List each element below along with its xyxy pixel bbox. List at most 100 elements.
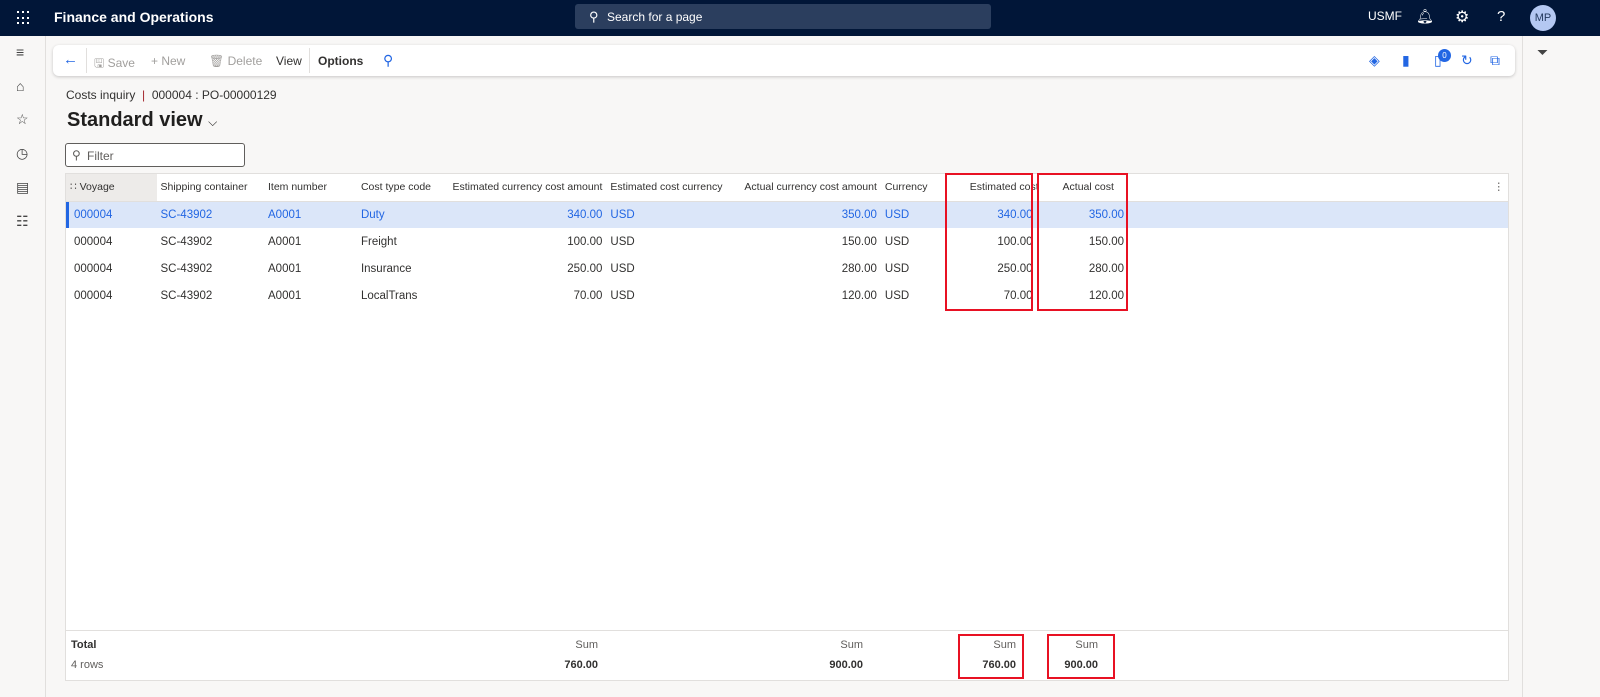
column-header-cost-type-code[interactable]: Cost type code: [356, 174, 449, 202]
grid-footer: Total 4 rows Sum 760.00 Sum 900.00 Sum 7…: [66, 630, 1508, 680]
column-header-estimated-cost-currency[interactable]: Estimated cost currency: [606, 174, 727, 202]
cell-actual-currency-cost-amount[interactable]: 150.00: [726, 228, 880, 255]
cell-cost-type-code[interactable]: Duty: [356, 201, 449, 228]
back-arrow-icon[interactable]: ←: [63, 51, 78, 68]
search-placeholder: Search for a page: [607, 10, 703, 24]
cell-actual-currency-cost-amount[interactable]: 350.00: [726, 201, 881, 228]
options-button[interactable]: Options: [318, 54, 363, 68]
power-apps-icon[interactable]: ◈: [1369, 52, 1380, 69]
total-label: Total: [71, 639, 97, 651]
chevron-down-icon: ⌵: [208, 115, 218, 129]
breadcrumb-record: 000004 : PO-00000129: [151, 88, 277, 102]
column-header-shipping-container[interactable]: Shipping container: [156, 174, 264, 202]
company-selector[interactable]: USMF: [1368, 9, 1402, 23]
cell-estimated-currency-cost-amount[interactable]: 340.00: [448, 201, 607, 228]
costs-grid: ∷ Voyage Shipping container Item number …: [65, 173, 1509, 681]
attachments-badge: 0: [1438, 49, 1451, 62]
action-pane: ← 🖫 Save + New 🗑︎ Delete View Options ⚲ …: [53, 45, 1515, 76]
cell-shipping-container[interactable]: SC-43902: [157, 282, 265, 309]
cell-shipping-container[interactable]: SC-43902: [157, 255, 265, 282]
sum-actual-currency-cost-amount: 900.00: [829, 659, 863, 671]
filter-input[interactable]: ⚲ Filter: [65, 143, 245, 167]
cell-cost-type-code[interactable]: Freight: [357, 228, 448, 255]
cell-item-number[interactable]: A0001: [264, 201, 357, 228]
grid-header: ∷ Voyage Shipping container Item number …: [66, 174, 1508, 202]
column-header-estimated-currency-cost-amount[interactable]: Estimated currency cost amount: [448, 174, 607, 202]
cell-item-number[interactable]: A0001: [264, 282, 357, 309]
cell-estimated-cost-currency[interactable]: USD: [606, 282, 726, 309]
cell-empty: [1130, 228, 1508, 255]
filter-icon[interactable]: ⏷: [1537, 44, 1548, 61]
view-selector[interactable]: Standard view ⌵: [67, 109, 217, 132]
search-icon: ⚲: [589, 9, 599, 24]
cell-estimated-currency-cost-amount[interactable]: 70.00: [448, 282, 606, 309]
delete-label: Delete: [227, 54, 263, 68]
cell-item-number[interactable]: A0001: [264, 228, 357, 255]
cell-actual-currency-cost-amount[interactable]: 120.00: [726, 282, 880, 309]
right-pane: ⏷: [1522, 36, 1600, 697]
table-row[interactable]: 000004 SC-43902 A0001 Duty 340.00 USD 350.00 US…: [66, 201, 1508, 228]
search-input[interactable]: ⚲ Search for a page: [575, 4, 991, 29]
cell-empty: [1130, 255, 1508, 282]
modules-icon[interactable]: ☷: [16, 213, 29, 230]
cell-voyage[interactable]: 000004: [66, 201, 157, 228]
table-row[interactable]: 000004 SC-43902 A0001 Freight 100.00 USD 150.0…: [66, 228, 1508, 255]
highlight-actual-cost: [1037, 173, 1128, 311]
table-row[interactable]: 000004 SC-43902 A0001 LocalTrans 70.00 USD 120…: [66, 282, 1508, 309]
left-nav: ≡ ⌂ ☆ ◷ ▤ ☷: [0, 36, 46, 697]
cell-actual-currency-cost-amount[interactable]: 280.00: [726, 255, 880, 282]
new-label: New: [161, 54, 186, 68]
trash-icon: 🗑︎: [209, 54, 228, 68]
breadcrumb-page[interactable]: Costs inquiry: [66, 88, 135, 102]
app-launcher-icon[interactable]: [17, 11, 31, 25]
office-icon[interactable]: ▮: [1402, 52, 1410, 69]
column-header-voyage[interactable]: ∷ Voyage: [66, 174, 157, 202]
search-icon[interactable]: ⚲: [383, 52, 393, 69]
delete-button[interactable]: 🗑︎ Delete: [209, 54, 262, 68]
new-button[interactable]: + New: [151, 54, 185, 68]
cell-voyage[interactable]: 000004: [66, 255, 157, 282]
cell-cost-type-code[interactable]: LocalTrans: [357, 282, 448, 309]
highlight-sum-estimated-cost: [958, 634, 1024, 679]
breadcrumb-separator: |: [142, 88, 146, 102]
clock-icon[interactable]: ◷: [16, 145, 28, 162]
home-icon[interactable]: ⌂: [16, 78, 24, 94]
save-icon: 🖫: [94, 56, 108, 70]
cell-item-number[interactable]: A0001: [264, 255, 357, 282]
help-icon[interactable]: ?: [1497, 8, 1505, 25]
column-header-actual-currency-cost-amount[interactable]: Actual currency cost amount: [726, 174, 881, 202]
gear-icon[interactable]: ⚙: [1455, 7, 1469, 27]
cell-estimated-cost-currency[interactable]: USD: [606, 255, 726, 282]
bell-icon[interactable]: 🔔︎: [1416, 8, 1434, 25]
hamburger-icon[interactable]: ≡: [16, 44, 24, 60]
column-options-icon[interactable]: ⋮: [1130, 174, 1508, 202]
cell-estimated-currency-cost-amount[interactable]: 100.00: [448, 228, 606, 255]
cell-voyage[interactable]: 000004: [66, 282, 157, 309]
cell-estimated-cost-currency[interactable]: USD: [606, 228, 726, 255]
filter-placeholder: Filter: [87, 149, 114, 163]
cell-estimated-currency-cost-amount[interactable]: 250.00: [448, 255, 606, 282]
save-button[interactable]: 🖫 Save: [94, 54, 135, 75]
sum-label: Sum: [840, 639, 863, 651]
star-icon[interactable]: ☆: [16, 111, 29, 128]
workspace-icon[interactable]: ▤: [16, 179, 29, 196]
view-button[interactable]: View: [276, 54, 302, 68]
breadcrumb: Costs inquiry | 000004 : PO-00000129: [66, 88, 277, 102]
row-count: 4 rows: [71, 659, 104, 671]
sum-label: Sum: [575, 639, 598, 651]
cell-shipping-container[interactable]: SC-43902: [157, 228, 265, 255]
cell-shipping-container[interactable]: SC-43902: [156, 201, 264, 228]
highlight-estimated-cost: [945, 173, 1033, 311]
cell-estimated-cost-currency[interactable]: USD: [606, 201, 727, 228]
highlight-sum-actual-cost: [1047, 634, 1115, 679]
avatar[interactable]: MP: [1530, 5, 1556, 31]
cell-voyage[interactable]: 000004: [66, 228, 157, 255]
refresh-icon[interactable]: ↻: [1461, 52, 1473, 69]
cell-cost-type-code[interactable]: Insurance: [357, 255, 448, 282]
cell-empty: [1130, 201, 1508, 228]
column-header-item-number[interactable]: Item number: [264, 174, 357, 202]
open-new-window-icon[interactable]: ⧉: [1490, 52, 1500, 69]
header-label: Voyage: [79, 181, 115, 194]
table-row[interactable]: 000004 SC-43902 A0001 Insurance 250.00 USD 280…: [66, 255, 1508, 282]
save-label: Save: [107, 56, 135, 70]
